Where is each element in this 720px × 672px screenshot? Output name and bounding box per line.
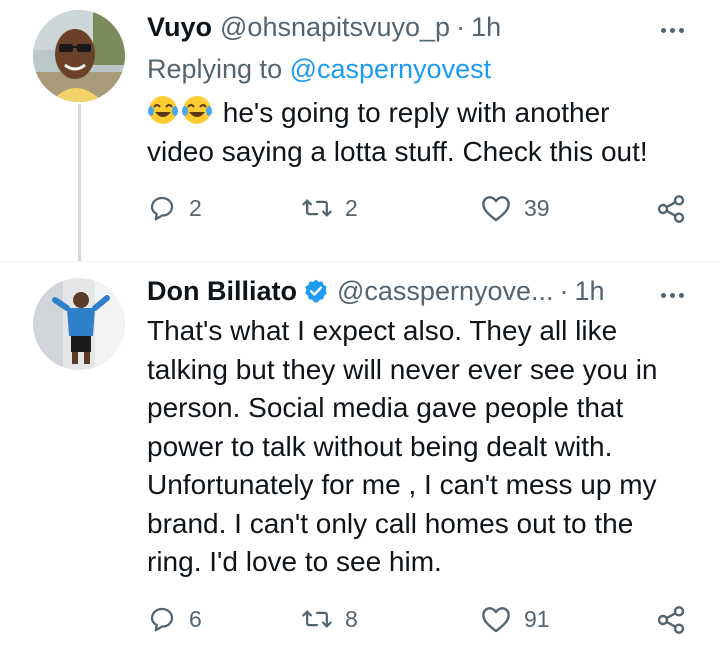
tweet-text: he's going to reply with another video s… <box>147 94 687 171</box>
reply-button[interactable]: 2 <box>147 193 202 223</box>
tweet-body: he's going to reply with another video s… <box>147 97 648 167</box>
reply-button[interactable]: 6 <box>147 604 202 634</box>
avatar[interactable] <box>33 10 125 102</box>
timestamp[interactable]: 1h <box>575 275 605 307</box>
reply-count: 2 <box>189 194 202 221</box>
like-count: 39 <box>524 194 550 221</box>
tweet[interactable]: Don Billiato @casspernyove... · 1h That'… <box>0 262 720 672</box>
share-icon <box>655 604 687 636</box>
like-button[interactable]: 91 <box>480 604 550 634</box>
replying-to: Replying to @caspernyovest <box>147 53 491 85</box>
retweet-count: 2 <box>345 194 358 221</box>
separator: · <box>456 12 466 42</box>
retweet-icon <box>301 193 333 223</box>
reply-count: 6 <box>189 605 202 632</box>
face-with-tears-of-joy-icon <box>147 94 179 126</box>
timestamp[interactable]: 1h <box>471 11 501 43</box>
avatar[interactable] <box>33 278 125 370</box>
reply-icon <box>147 193 177 223</box>
retweet-button[interactable]: 8 <box>301 604 358 634</box>
retweet-icon <box>301 604 333 634</box>
like-icon <box>480 604 512 634</box>
like-icon <box>480 193 512 223</box>
verified-badge-icon <box>303 278 329 304</box>
share-button[interactable] <box>655 604 687 636</box>
tweet-actions: 6 8 91 <box>147 604 692 640</box>
share-button[interactable] <box>655 193 687 225</box>
display-name[interactable]: Don Billiato <box>147 275 297 307</box>
reply-icon <box>147 604 177 634</box>
mention-link[interactable]: @caspernyovest <box>290 54 492 84</box>
display-name[interactable]: Vuyo <box>147 11 212 43</box>
tweet[interactable]: Vuyo @ohsnapitsvuyo_p · 1h Replying to @… <box>0 0 720 262</box>
user-handle[interactable]: @ohsnapitsvuyo_p <box>220 11 450 43</box>
retweet-count: 8 <box>345 605 358 632</box>
retweet-button[interactable]: 2 <box>301 193 358 223</box>
share-icon <box>655 193 687 225</box>
tweet-header: Vuyo @ohsnapitsvuyo_p · 1h <box>147 11 501 43</box>
more-icon[interactable] <box>661 28 684 33</box>
face-with-tears-of-joy-icon <box>181 94 213 126</box>
more-icon[interactable] <box>661 293 684 298</box>
tweet-text: That's what I expect also. They all like… <box>147 315 658 577</box>
replying-prefix: Replying to <box>147 54 290 84</box>
tweet-header: Don Billiato @casspernyove... · 1h <box>147 275 605 307</box>
user-handle[interactable]: @casspernyove... <box>337 275 554 307</box>
like-count: 91 <box>524 605 550 632</box>
tweet-actions: 2 2 39 <box>147 193 692 229</box>
like-button[interactable]: 39 <box>480 193 550 223</box>
separator: · <box>559 276 569 306</box>
